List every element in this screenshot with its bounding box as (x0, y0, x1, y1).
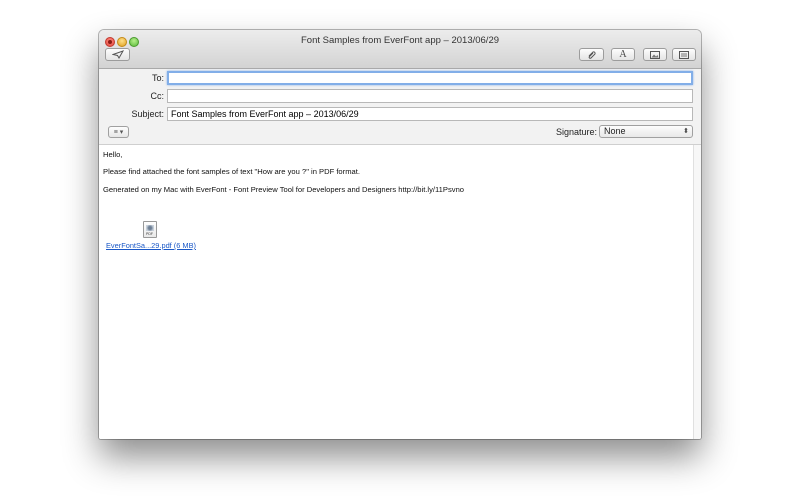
pdf-file-icon[interactable]: PDF (143, 221, 157, 238)
title-bar: Font Samples from EverFont app – 2013/06… (99, 30, 701, 69)
attach-button[interactable] (579, 48, 604, 61)
stationery-icon (679, 50, 689, 59)
body-line-generated: Generated on my Mac with EverFont - Font… (103, 185, 465, 194)
body-line-attached: Please find attached the font samples of… (103, 167, 360, 176)
paper-plane-icon (111, 50, 124, 59)
stationery-button[interactable] (672, 48, 696, 61)
header-fields-menu-button[interactable]: ≡ ▾ (108, 126, 129, 138)
photo-icon (650, 50, 660, 59)
to-field[interactable] (167, 71, 693, 85)
attachment-link[interactable]: EverFontSa...29.pdf (6 MB) (106, 241, 196, 250)
body-scrollbar[interactable] (693, 145, 701, 439)
cc-label: Cc: (150, 91, 165, 101)
subject-label: Subject: (131, 109, 164, 119)
subject-field[interactable] (167, 107, 693, 121)
to-row: To: (99, 70, 701, 88)
to-label: To: (151, 73, 164, 83)
send-button[interactable] (105, 48, 130, 61)
pdf-attachment[interactable]: PDF EverFontSa...29.pdf (6 MB) (105, 221, 201, 251)
font-a-icon: A (619, 49, 627, 60)
signature-label: Signature: (556, 127, 598, 137)
cc-field[interactable] (167, 89, 693, 103)
window-title: Font Samples from EverFont app – 2013/06… (300, 35, 500, 46)
body-greeting: Hello, (103, 150, 123, 159)
signature-value: None (604, 126, 626, 136)
updown-arrows-icon: ⬍ (683, 128, 689, 135)
pdf-icon-text: PDF (146, 232, 153, 236)
photo-browser-button[interactable] (643, 48, 667, 61)
paperclip-icon (588, 51, 596, 59)
cc-row: Cc: (99, 88, 701, 106)
format-fonts-button[interactable]: A (611, 48, 635, 61)
mail-compose-window: Font Samples from EverFont app – 2013/06… (99, 30, 701, 439)
subject-row: Subject: (99, 106, 701, 124)
message-body[interactable]: Hello, Please find attached the font sam… (99, 145, 693, 439)
signature-select[interactable]: None ⬍ (599, 125, 693, 138)
options-bar: ≡ ▾ Signature: None ⬍ (99, 124, 701, 145)
